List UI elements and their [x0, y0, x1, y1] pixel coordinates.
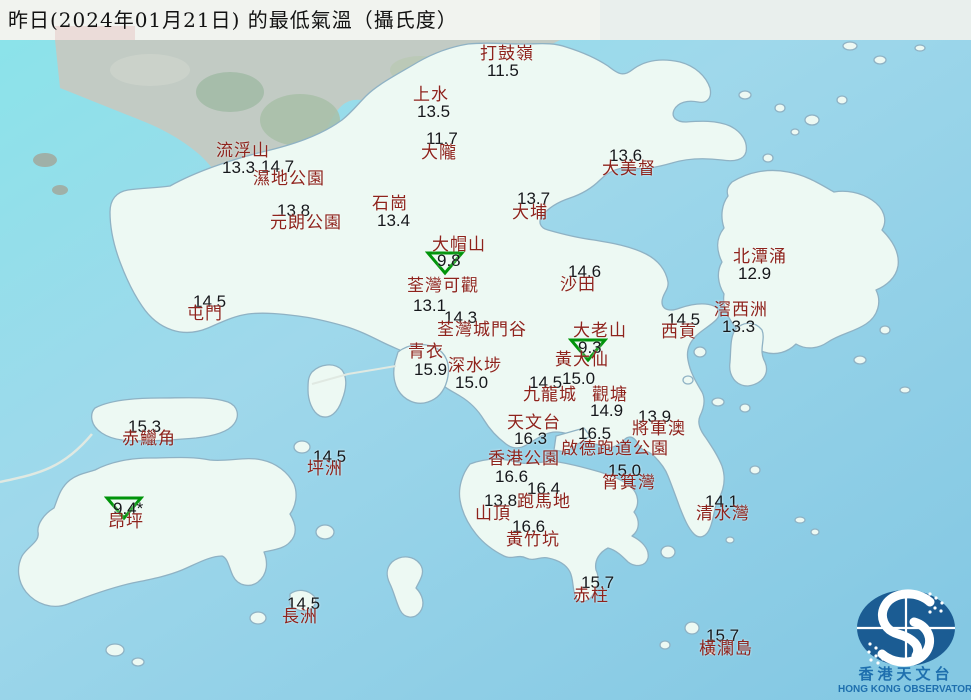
station-name-label: 橫瀾島	[699, 639, 753, 659]
station-temperature-value: 13.3	[222, 158, 256, 177]
station-temperature-value: 12.9	[738, 264, 772, 283]
station-name-label: 大隴	[421, 143, 457, 163]
station-name-label: 坪洲	[307, 459, 343, 479]
station-name-label: 荃灣可觀	[407, 276, 479, 296]
station-name-label: 石崗	[372, 194, 408, 214]
station-temperature-value: 15.9	[414, 360, 448, 379]
station-temperature-value: 14.9	[590, 401, 624, 420]
station-labels-layer: 11.5 打鼓嶺 13.5 上水 11.7 大隴 13.3 流浮山 14.7 濕地公園 13.8 元朗…	[0, 0, 971, 700]
min-temperature-map: 昨日(2024年01月21日) 的最低氣溫（攝氏度） 11.5 打鼓嶺 13.5 上水…	[0, 0, 971, 700]
station-name-label: 元朗公園	[270, 213, 342, 233]
station-name-label: 大老山	[573, 321, 627, 341]
station-temperature-value: 16.6	[495, 467, 529, 486]
station-name-label: 觀塘	[592, 385, 628, 405]
station-name-label: 香港公園	[488, 449, 560, 469]
station-temperature-value: 13.1	[413, 296, 447, 315]
station-name-label: 滘西洲	[714, 300, 768, 320]
station-name-label: 大埔	[512, 203, 548, 223]
station-name-label: 赤柱	[573, 586, 609, 606]
station-name-label: 沙田	[560, 275, 596, 295]
station-name-label: 北潭涌	[733, 247, 787, 267]
station-temperature-value: 13.5	[417, 102, 451, 121]
station-temperature-value: 11.5	[487, 61, 519, 80]
station-temperature-value: 13.3	[722, 317, 756, 336]
station-name-label: 九龍城	[523, 385, 577, 405]
station-name-label: 大帽山	[432, 235, 486, 255]
station-name-label: 荃灣城門谷	[437, 320, 527, 340]
station-temperature-value: 16.3	[514, 429, 548, 448]
station-name-label: 天文台	[507, 413, 561, 433]
station-name-label: 大美督	[602, 159, 656, 179]
station-name-label: 黃竹坑	[506, 530, 560, 550]
hko-logo-name-zh: 香港天文台	[858, 665, 954, 683]
station-name-label: 將軍澳	[632, 419, 686, 439]
hko-logo-name-en: HONG KONG OBSERVATORY	[838, 684, 971, 695]
station-name-label: 上水	[413, 85, 449, 105]
station-temperature-value: 9.8	[437, 251, 461, 270]
station-name-label: 深水埗	[448, 356, 502, 376]
station-name-label: 屯門	[187, 304, 223, 324]
station-name-label: 濕地公園	[253, 169, 325, 189]
station-name-label: 打鼓嶺	[480, 44, 534, 64]
station-name-label: 西貢	[661, 322, 697, 342]
station-name-label: 昂坪	[108, 512, 144, 532]
station-name-label: 啟德跑道公園	[561, 439, 669, 459]
station-temperature-value: 13.4	[377, 211, 411, 230]
station-temperature-value: 15.0	[455, 373, 489, 392]
station-name-label: 黃大仙	[555, 350, 609, 370]
station-name-label: 山頂	[475, 504, 511, 524]
station-name-label: 跑馬地	[517, 492, 571, 512]
station-name-label: 赤鱲角	[122, 429, 176, 449]
station-name-label: 清水灣	[696, 504, 750, 524]
station-name-label: 筲箕灣	[602, 473, 656, 493]
station-name-label: 青衣	[408, 342, 444, 362]
station-name-label: 長洲	[282, 607, 318, 627]
